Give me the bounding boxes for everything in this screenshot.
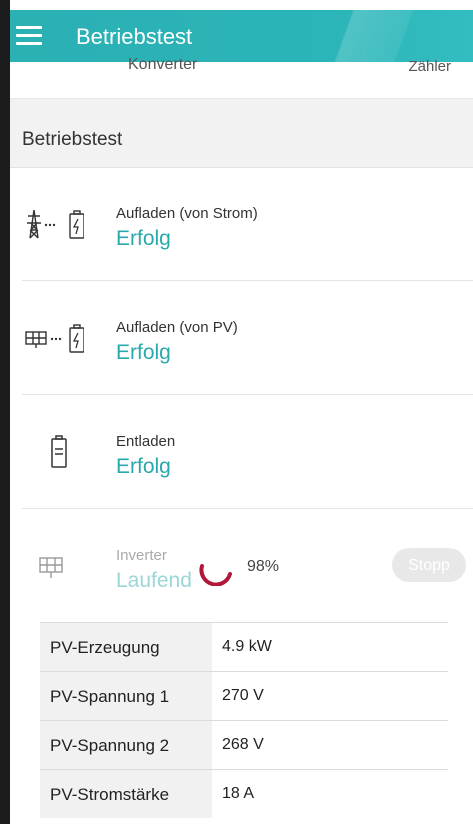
test-label: Entladen [116,433,176,450]
test-label: Aufladen (von PV) [116,319,238,336]
test-status: Erfolg [116,227,171,250]
test-label: Aufladen (von Strom) [116,205,258,222]
battery-icon [51,435,67,468]
measurement-value: 4.9 kW [222,638,272,655]
header-title: Betriebstest [76,24,193,49]
measurement-key: PV-Spannung 1 [50,687,170,706]
pv-panel-icon [39,557,63,578]
test-status: Erfolg [116,455,171,478]
section-title: Betriebstest [22,129,123,150]
test-row-grid-charge: Aufladen (von Strom) Erfolg [10,168,473,281]
grid-to-battery-icon [27,209,84,239]
table-row: PV-Erzeugung 4.9 kW [40,622,448,671]
progress-percent: 98% [247,558,280,575]
measurement-value: 268 V [222,736,264,753]
measurement-key: PV-Stromstärke [50,785,170,804]
section-header: Betriebstest [10,99,473,168]
test-status: Laufend [116,569,192,592]
menu-icon[interactable] [16,26,42,46]
header-decoration [293,10,473,62]
table-row: PV-Spannung 2 268 V [40,720,448,769]
loading-spinner-icon [199,564,232,586]
test-row-discharge: Entladen Erfolg [10,396,473,509]
measurement-value: 270 V [222,687,264,704]
app-frame: Betriebstest Konverter Zähler Betriebste… [10,0,473,824]
test-status: Erfolg [116,341,171,364]
test-row-pv-charge: Aufladen (von PV) Erfolg [10,282,473,395]
measurement-key: PV-Erzeugung [50,638,160,657]
measurement-value: 18 A [222,785,255,802]
test-label: Inverter [116,547,167,564]
app-header: Betriebstest [10,10,473,62]
table-row: PV-Stromstärke 18 A [40,769,448,818]
stop-button[interactable]: Stopp [392,548,466,582]
tab-zaehler[interactable]: Zähler [408,58,451,75]
pv-to-battery-icon [25,324,84,353]
table-row: PV-Spannung 1 270 V [40,671,448,720]
tab-konverter[interactable]: Konverter [128,56,197,74]
test-row-inverter: Inverter Laufend 98% Stopp [10,510,473,623]
measurement-table: PV-Erzeugung 4.9 kW PV-Spannung 1 270 V … [40,622,448,818]
scrolled-tabs-strip: Konverter Zähler [10,56,473,99]
measurement-key: PV-Spannung 2 [50,736,170,755]
